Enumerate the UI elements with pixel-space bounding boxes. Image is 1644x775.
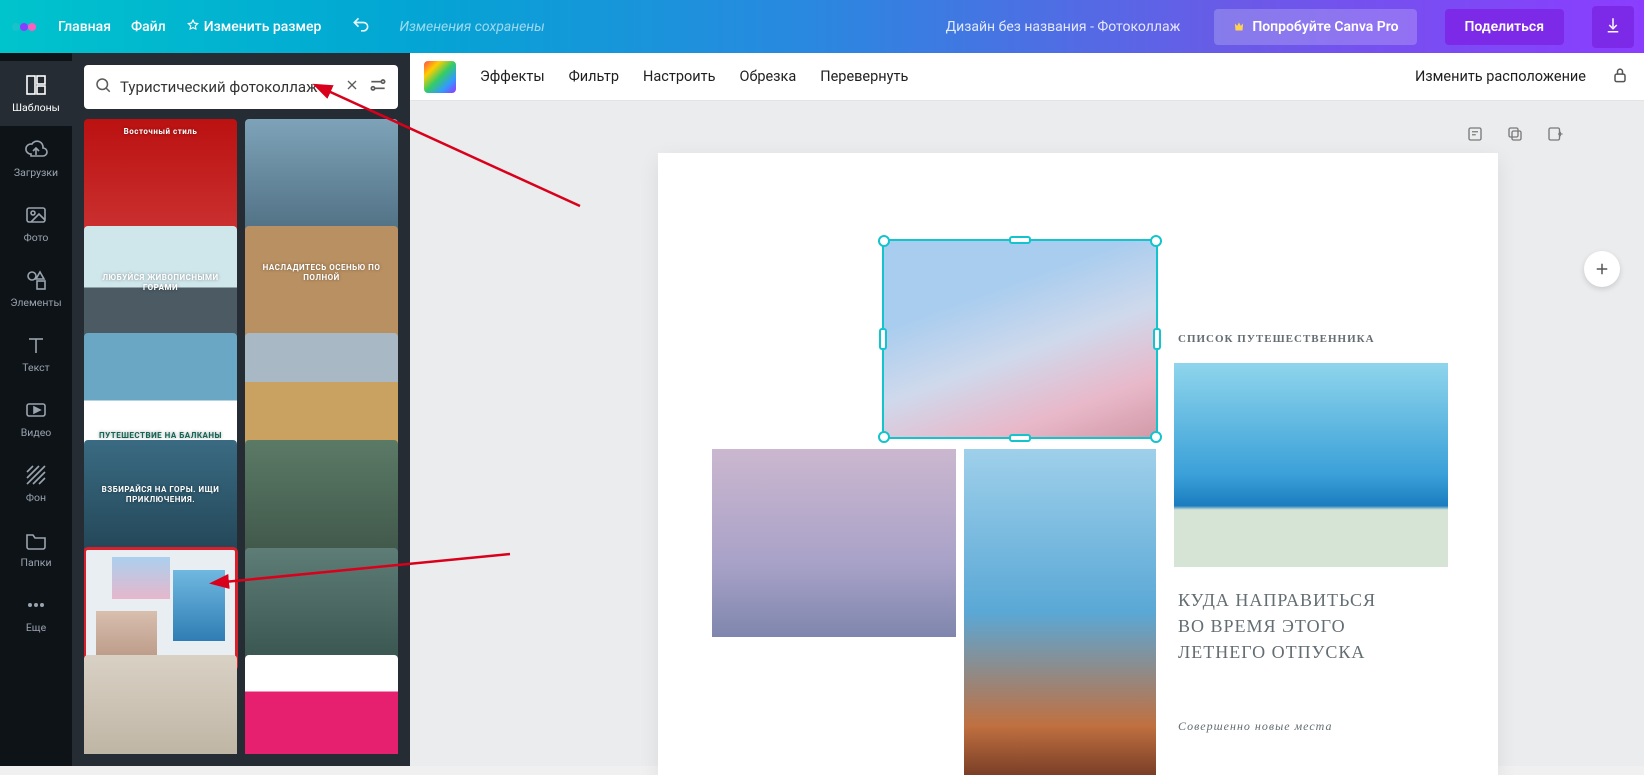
page-headline[interactable]: КУДА НАПРАВИТЬСЯ ВО ВРЕМЯ ЭТОГО ЛЕТНЕГО … bbox=[1178, 587, 1408, 665]
topbar: Главная Файл Изменить размер Изменения с… bbox=[0, 0, 1644, 53]
template-card-selected[interactable] bbox=[84, 548, 237, 670]
template-card[interactable]: ЛЮБУЙСЯ ЖИВОПИСНЫМИ ГОРАМИ bbox=[84, 226, 237, 348]
design-page[interactable]: СПИСОК ПУТЕШЕСТВЕННИКА КУДА НАПРАВИТЬСЯ … bbox=[658, 153, 1498, 775]
selection-box bbox=[882, 239, 1158, 439]
template-card[interactable]: Восточный стиль bbox=[84, 119, 237, 241]
resize-handle-tr[interactable] bbox=[1150, 235, 1162, 247]
page-mini-toolbar bbox=[1466, 125, 1564, 147]
duplicate-page-icon[interactable] bbox=[1506, 125, 1524, 147]
template-card[interactable] bbox=[245, 119, 398, 241]
nav-resize[interactable]: Изменить размер bbox=[186, 19, 322, 35]
template-grid: Восточный стиль ЛЮБУЙСЯ ЖИВОПИСНЫМИ ГОРА… bbox=[84, 119, 398, 754]
resize-handle-l[interactable] bbox=[879, 328, 887, 350]
rail-photos[interactable]: Фото bbox=[0, 191, 72, 256]
download-button[interactable] bbox=[1592, 6, 1634, 48]
notes-icon[interactable] bbox=[1466, 125, 1484, 147]
rail-text-label: Текст bbox=[22, 361, 49, 374]
template-card[interactable] bbox=[245, 333, 398, 455]
resize-handle-t[interactable] bbox=[1009, 236, 1031, 244]
page-image[interactable] bbox=[1174, 363, 1448, 567]
rail-uploads-label: Загрузки bbox=[14, 166, 58, 179]
resize-handle-bl[interactable] bbox=[878, 431, 890, 443]
page-image[interactable] bbox=[712, 449, 956, 637]
resize-handle-b[interactable] bbox=[1009, 434, 1031, 442]
canva-logo-icon[interactable] bbox=[10, 13, 38, 41]
color-picker-swatch[interactable] bbox=[424, 61, 456, 93]
template-card[interactable] bbox=[84, 655, 237, 754]
rail-more[interactable]: Еще bbox=[0, 581, 72, 646]
clear-search-icon[interactable] bbox=[344, 77, 360, 97]
document-title[interactable]: Дизайн без названия - Фотоколлаж bbox=[946, 19, 1181, 35]
share-button[interactable]: Поделиться bbox=[1445, 9, 1564, 45]
rail-folders[interactable]: Папки bbox=[0, 516, 72, 581]
rail-templates-label: Шаблоны bbox=[12, 101, 60, 114]
ctx-adjust[interactable]: Настроить bbox=[643, 68, 715, 85]
add-page-inline-icon[interactable] bbox=[1546, 125, 1564, 147]
ctx-flip[interactable]: Перевернуть bbox=[820, 68, 908, 85]
page-image[interactable] bbox=[964, 449, 1156, 775]
rail-templates[interactable]: Шаблоны bbox=[0, 61, 72, 126]
template-card[interactable] bbox=[245, 655, 398, 754]
lock-icon[interactable] bbox=[1610, 65, 1630, 89]
nav-home[interactable]: Главная bbox=[58, 19, 111, 35]
rail-elements-label: Элементы bbox=[10, 296, 61, 309]
search-input[interactable] bbox=[120, 78, 336, 96]
template-card[interactable]: НАСЛАДИТЕСЬ ОСЕНЬЮ ПО ПОЛНОЙ bbox=[245, 226, 398, 348]
rail-background-label: Фон bbox=[26, 491, 46, 504]
template-card[interactable] bbox=[245, 440, 398, 562]
template-card[interactable] bbox=[245, 548, 398, 670]
nav-file[interactable]: Файл bbox=[131, 19, 166, 35]
template-card[interactable]: ПУТЕШЕСТВИЕ НА БАЛКАНЫ bbox=[84, 333, 237, 455]
ctx-effects[interactable]: Эффекты bbox=[480, 68, 545, 85]
resize-handle-tl[interactable] bbox=[878, 235, 890, 247]
rail-uploads[interactable]: Загрузки bbox=[0, 126, 72, 191]
rail-video[interactable]: Видео bbox=[0, 386, 72, 451]
rail-folders-label: Папки bbox=[21, 556, 52, 569]
template-search bbox=[84, 65, 398, 109]
side-rail: Шаблоны Загрузки Фото Элементы Текст Вид… bbox=[0, 53, 72, 766]
ctx-filter[interactable]: Фильтр bbox=[569, 68, 619, 85]
ctx-crop[interactable]: Обрезка bbox=[739, 68, 796, 85]
canvas-area[interactable]: СПИСОК ПУТЕШЕСТВЕННИКА КУДА НАПРАВИТЬСЯ … bbox=[410, 101, 1644, 766]
rail-photos-label: Фото bbox=[24, 231, 49, 244]
undo-icon[interactable] bbox=[351, 15, 371, 39]
add-page-button[interactable] bbox=[1584, 251, 1620, 287]
page-small-title[interactable]: СПИСОК ПУТЕШЕСТВЕННИКА bbox=[1178, 333, 1375, 345]
rail-text[interactable]: Текст bbox=[0, 321, 72, 386]
rail-more-label: Еще bbox=[26, 621, 46, 634]
context-toolbar: Эффекты Фильтр Настроить Обрезка Перевер… bbox=[410, 53, 1644, 101]
resize-handle-r[interactable] bbox=[1153, 328, 1161, 350]
template-card[interactable]: ВЗБИРАЙСЯ НА ГОРЫ. ИЩИ ПРИКЛЮЧЕНИЯ. bbox=[84, 440, 237, 562]
search-filter-icon[interactable] bbox=[368, 75, 388, 99]
search-icon bbox=[94, 76, 112, 98]
try-pro-button[interactable]: Попробуйте Canva Pro bbox=[1214, 9, 1416, 45]
rail-video-label: Видео bbox=[21, 426, 52, 439]
save-status: Изменения сохранены bbox=[399, 19, 544, 35]
page-subtitle[interactable]: Совершенно новые места bbox=[1178, 719, 1333, 734]
resize-handle-br[interactable] bbox=[1150, 431, 1162, 443]
rail-elements[interactable]: Элементы bbox=[0, 256, 72, 321]
rail-background[interactable]: Фон bbox=[0, 451, 72, 516]
ctx-position[interactable]: Изменить расположение bbox=[1415, 68, 1586, 85]
templates-panel: Восточный стиль ЛЮБУЙСЯ ЖИВОПИСНЫМИ ГОРА… bbox=[72, 53, 410, 766]
